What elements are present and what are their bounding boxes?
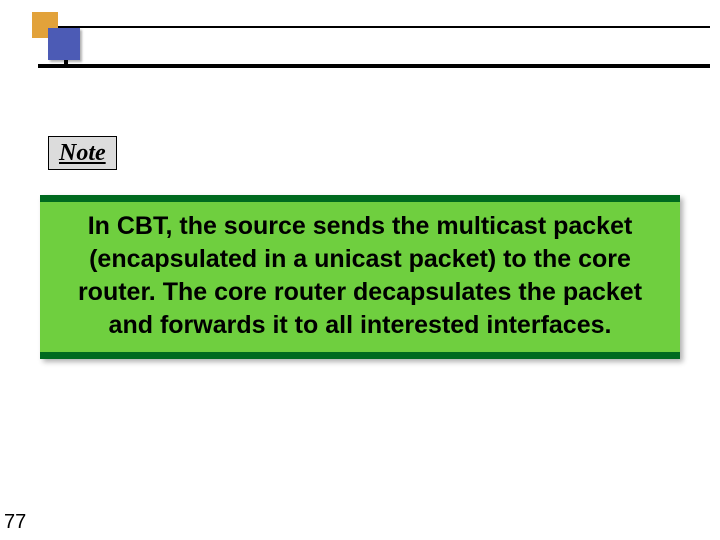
header-decoration (0, 0, 720, 80)
note-box: In CBT, the source sends the multicast p… (40, 195, 680, 359)
note-content: In CBT, the source sends the multicast p… (58, 210, 662, 342)
page-number: 77 (4, 511, 26, 534)
note-label: Note (48, 136, 117, 170)
header-line-thin (58, 26, 710, 28)
header-line-thick (38, 64, 710, 68)
accent-square-blue (48, 28, 80, 60)
